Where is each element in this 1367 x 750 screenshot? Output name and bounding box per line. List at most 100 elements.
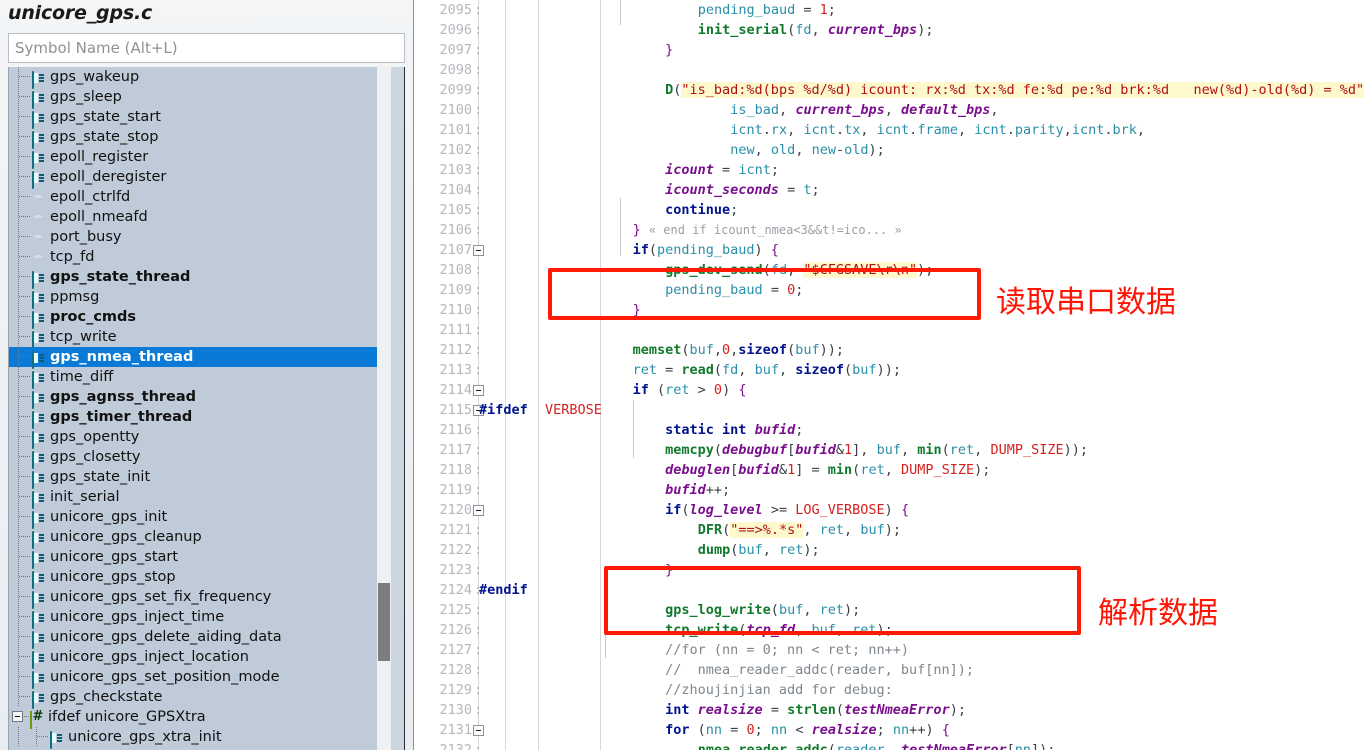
code-lines[interactable]: 2095: pending_baud = 1; 2096: init_serial… bbox=[415, 0, 1367, 750]
symbol-tree-item[interactable]: gps_opentty bbox=[9, 427, 392, 449]
symbol-tree-item[interactable]: gps_checkstate bbox=[9, 687, 392, 709]
fold-toggle-icon[interactable] bbox=[473, 245, 484, 256]
code-line[interactable]: 2129: //zhoujinjian add for debug: bbox=[415, 680, 1367, 700]
symbol-search-box[interactable] bbox=[8, 33, 405, 63]
code-line[interactable]: 2105: continue; bbox=[415, 200, 1367, 220]
symbol-tree-item[interactable]: epoll_nmeafd bbox=[9, 207, 392, 227]
code-line[interactable]: 2132: nmea_reader_addc(reader, testNmeaE… bbox=[415, 740, 1367, 750]
code-line[interactable]: 2104: icount_seconds = t; bbox=[415, 180, 1367, 200]
symbol-tree-item-label: unicore_gps_set_position_mode bbox=[50, 669, 280, 685]
symbol-tree-item[interactable]: port_busy bbox=[9, 227, 392, 247]
code-line[interactable]: 2095: pending_baud = 1; bbox=[415, 0, 1367, 20]
code-line[interactable]: 2120 if(log_level >= LOG_VERBOSE) { bbox=[415, 500, 1367, 520]
tree-connector bbox=[19, 76, 31, 77]
symbol-tree-item[interactable]: unicore_gps_xtra_init bbox=[9, 727, 392, 749]
symbol-tree-item[interactable]: gps_state_thread bbox=[9, 267, 392, 289]
symbol-tree-item[interactable]: epoll_register bbox=[9, 147, 392, 169]
code-line[interactable]: 2110: } bbox=[415, 300, 1367, 320]
fold-toggle-icon[interactable] bbox=[473, 725, 484, 736]
symbol-tree-item[interactable]: gps_agnss_thread bbox=[9, 387, 392, 409]
line-number: 2128 bbox=[439, 662, 472, 678]
code-line[interactable]: 2102: new, old, new-old); bbox=[415, 140, 1367, 160]
symbol-tree-item[interactable]: gps_timer_thread bbox=[9, 407, 392, 429]
tree-connector bbox=[19, 576, 31, 577]
code-line[interactable]: 2130: int realsize = strlen(testNmeaErro… bbox=[415, 700, 1367, 720]
symbol-tree-item-label: epoll_register bbox=[50, 149, 149, 165]
symbol-tree-item-label: ppmsg bbox=[50, 289, 100, 305]
source-code-editor[interactable]: 2095: pending_baud = 1; 2096: init_serial… bbox=[415, 0, 1367, 750]
code-text: static int bufid; bbox=[665, 422, 804, 438]
collapse-icon[interactable] bbox=[12, 711, 23, 722]
symbol-tree-item[interactable]: gps_state_start bbox=[9, 107, 392, 129]
code-line[interactable]: 2111: bbox=[415, 320, 1367, 340]
symbol-tree-item[interactable]: gps_state_init bbox=[9, 467, 392, 489]
symbol-tree-item[interactable]: unicore_gps_inject_location bbox=[9, 647, 392, 669]
code-line[interactable]: 2122: dump(buf, ret); bbox=[415, 540, 1367, 560]
line-number-separator: : bbox=[474, 422, 483, 438]
code-line[interactable]: 2098: bbox=[415, 60, 1367, 80]
code-line[interactable]: 2100: is_bad, current_bps, default_bps, bbox=[415, 100, 1367, 120]
symbol-tree-item[interactable]: unicore_gps_set_position_mode bbox=[9, 667, 392, 689]
code-line[interactable]: 2112: memset(buf,0,sizeof(buf)); bbox=[415, 340, 1367, 360]
code-line[interactable]: 2116: static int bufid; bbox=[415, 420, 1367, 440]
code-line[interactable]: 2107 if(pending_baud) { bbox=[415, 240, 1367, 260]
symbol-tree-item-label: ifdef unicore_GPSXtra bbox=[48, 709, 206, 725]
code-line[interactable]: 2119: bufid++; bbox=[415, 480, 1367, 500]
code-line[interactable]: 2106: } « end if icount_nmea<3&&t!=ico..… bbox=[415, 220, 1367, 240]
tree-connector bbox=[19, 416, 31, 417]
symbol-tree-item[interactable]: gps_nmea_thread bbox=[9, 347, 392, 369]
line-number-separator: : bbox=[474, 602, 483, 618]
symbol-tree-item[interactable]: epoll_ctrlfd bbox=[9, 187, 392, 207]
code-line[interactable]: 2121: DFR("==>%.*s", ret, buf); bbox=[415, 520, 1367, 540]
code-line[interactable]: 2123: } bbox=[415, 560, 1367, 580]
tree-guide-line bbox=[18, 247, 19, 267]
fold-toggle-icon[interactable] bbox=[473, 505, 484, 516]
symbol-tree-item[interactable]: init_serial bbox=[9, 487, 392, 509]
line-number: 2102 bbox=[439, 142, 472, 158]
symbol-tree-item[interactable]: unicore_gps_start bbox=[9, 547, 392, 569]
code-line[interactable]: 2099: D("is_bad:%d(bps %d/%d) icount: rx… bbox=[415, 80, 1367, 100]
code-line[interactable]: 2125: gps_log_write(buf, ret); bbox=[415, 600, 1367, 620]
symbol-tree-item[interactable]: time_diff bbox=[9, 367, 392, 389]
symbol-tree-item[interactable]: ifdef unicore_GPSXtra bbox=[9, 707, 392, 729]
code-line[interactable]: 2128: // nmea_reader_addc(reader, buf[nn… bbox=[415, 660, 1367, 680]
symbol-tree-item[interactable]: gps_sleep bbox=[9, 87, 392, 109]
tree-guide-line bbox=[18, 187, 19, 207]
symbol-tree-item[interactable]: unicore_gps_init bbox=[9, 507, 392, 529]
code-line[interactable]: 2115 #ifdef VERBOSE bbox=[415, 400, 1367, 420]
symbol-tree-item-label: unicore_gps_inject_time bbox=[50, 609, 225, 625]
symbol-tree-item[interactable]: epoll_deregister bbox=[9, 167, 392, 189]
line-number: 2095 bbox=[439, 2, 472, 18]
code-line[interactable]: 2108: gps_dev_send(fd, "$CFGSAVE\r\n"); bbox=[415, 260, 1367, 280]
symbol-tree-item[interactable]: tcp_fd bbox=[9, 247, 392, 267]
code-line[interactable]: 2097: } bbox=[415, 40, 1367, 60]
symbol-tree-item[interactable]: unicore_gps_set_fix_frequency bbox=[9, 587, 392, 609]
code-line[interactable]: 2131 for (nn = 0; nn < realsize; nn++) { bbox=[415, 720, 1367, 740]
symbol-tree-item[interactable]: proc_cmds bbox=[9, 307, 392, 329]
code-line[interactable]: 2109: pending_baud = 0; bbox=[415, 280, 1367, 300]
code-editor-window: unicore_gps.c gps_wakeup gps_sleep gps_sta… bbox=[0, 0, 1367, 750]
symbol-tree-item[interactable]: unicore_gps_cleanup bbox=[9, 527, 392, 549]
code-line[interactable]: 2117: memcpy(debugbuf[bufid&1], buf, min… bbox=[415, 440, 1367, 460]
symbol-tree-item[interactable]: tcp_write bbox=[9, 327, 392, 349]
code-line[interactable]: 2114 if (ret > 0) { bbox=[415, 380, 1367, 400]
code-line[interactable]: 2118: debuglen[bufid&1] = min(ret, DUMP_… bbox=[415, 460, 1367, 480]
tree-connector bbox=[19, 656, 31, 657]
search-input[interactable] bbox=[9, 34, 404, 62]
fold-toggle-icon[interactable] bbox=[473, 385, 484, 396]
symbol-tree-item[interactable]: gps_state_stop bbox=[9, 127, 392, 149]
symbol-tree-item[interactable]: ppmsg bbox=[9, 287, 392, 309]
code-line[interactable]: 2101: icnt.rx, icnt.tx, icnt.frame, icnt… bbox=[415, 120, 1367, 140]
symbol-tree-item[interactable]: unicore_gps_inject_time bbox=[9, 607, 392, 629]
code-line[interactable]: 2103: icount = icnt; bbox=[415, 160, 1367, 180]
code-line[interactable]: 2127: //for (nn = 0; nn < ret; nn++) bbox=[415, 640, 1367, 660]
symbol-tree-scrollbar-thumb[interactable] bbox=[378, 583, 390, 661]
symbol-tree-item[interactable]: unicore_gps_delete_aiding_data bbox=[9, 627, 392, 649]
code-line[interactable]: 2126: tcp_write(tcp_fd, buf, ret); bbox=[415, 620, 1367, 640]
code-line[interactable]: 2113: ret = read(fd, buf, sizeof(buf)); bbox=[415, 360, 1367, 380]
symbol-tree-item[interactable]: unicore_gps_stop bbox=[9, 567, 392, 589]
symbol-tree-item[interactable]: gps_wakeup bbox=[9, 67, 392, 89]
symbol-tree-item[interactable]: gps_closetty bbox=[9, 447, 392, 469]
code-line[interactable]: 2124: #endif bbox=[415, 580, 1367, 600]
code-line[interactable]: 2096: init_serial(fd, current_bps); bbox=[415, 20, 1367, 40]
